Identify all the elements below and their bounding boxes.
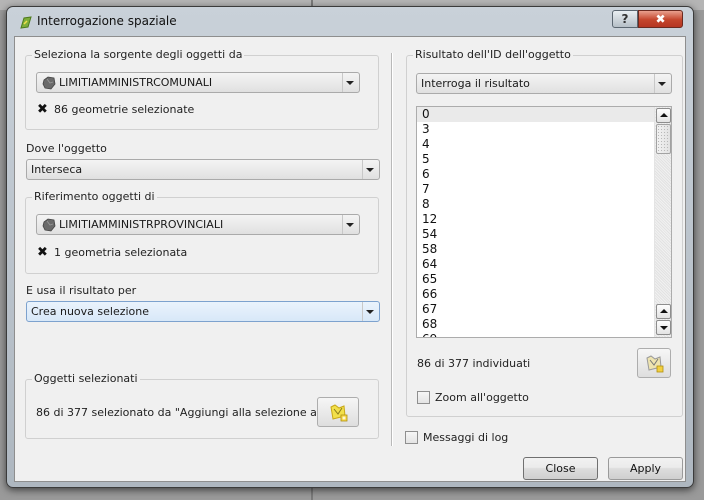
result-id-item[interactable]: 54 xyxy=(417,227,671,242)
result-id-item[interactable]: 8 xyxy=(417,197,671,212)
result-id-item[interactable]: 12 xyxy=(417,212,671,227)
arrow-up-icon xyxy=(660,113,668,117)
result-id-item[interactable]: 67 xyxy=(417,302,671,317)
scroll-down-button[interactable] xyxy=(656,320,671,335)
reference-group: Riferimento oggetti di LIMITIAMMINISTRPR… xyxy=(25,190,379,274)
source-group-title: Seleziona la sorgente degli oggetti da xyxy=(32,48,245,61)
scroll-thumb[interactable] xyxy=(656,124,671,154)
help-button[interactable]: ? xyxy=(612,10,638,28)
result-id-item[interactable]: 64 xyxy=(417,257,671,272)
where-operation-dropdown[interactable] xyxy=(362,160,379,179)
result-id-item[interactable]: 65 xyxy=(417,272,671,287)
apply-button[interactable]: Apply xyxy=(608,457,683,480)
window-title: Interrogazione spaziale xyxy=(37,14,177,28)
result-id-item[interactable]: 66 xyxy=(417,287,671,302)
reference-selected-only-label: 1 geometria selezionata xyxy=(54,246,188,259)
zoom-to-selected-button[interactable] xyxy=(637,348,671,378)
where-operation-combo[interactable]: Interseca xyxy=(26,159,380,180)
result-mode-dropdown[interactable] xyxy=(654,74,671,93)
reference-layer-value: LIMITIAMMINISTRPROVINCIALI xyxy=(59,218,224,231)
zoom-to-object-checkbox[interactable] xyxy=(417,391,430,404)
use-result-dropdown[interactable] xyxy=(362,302,379,321)
close-button[interactable]: Close xyxy=(523,457,598,480)
scroll-up-button[interactable] xyxy=(656,108,671,123)
result-id-item[interactable]: 7 xyxy=(417,182,671,197)
result-id-item[interactable]: 58 xyxy=(417,242,671,257)
chevron-down-icon xyxy=(346,81,354,85)
selection-action-button[interactable] xyxy=(317,397,359,427)
chevron-down-icon xyxy=(346,223,354,227)
dialog-window: Interrogazione spaziale ? ✖ Seleziona la… xyxy=(6,6,694,488)
result-id-item[interactable]: 4 xyxy=(417,137,671,152)
where-label: Dove l'oggetto xyxy=(26,142,107,155)
log-messages-label: Messaggi di log xyxy=(423,431,509,444)
result-id-item[interactable]: 68 xyxy=(417,317,671,332)
use-result-combo[interactable]: Crea nuova selezione xyxy=(26,301,380,322)
result-list-scrollbar[interactable] xyxy=(654,107,671,337)
where-operation-value: Interseca xyxy=(31,163,83,176)
chevron-down-icon xyxy=(366,310,374,314)
result-mode-value: Interroga il risultato xyxy=(421,77,530,90)
result-mode-combo[interactable]: Interroga il risultato xyxy=(416,73,672,94)
qgis-app-icon xyxy=(20,16,32,29)
result-id-item[interactable]: 0 xyxy=(417,107,671,122)
result-id-items: 0345678125458646566676869 xyxy=(417,107,671,337)
result-id-item[interactable]: 5 xyxy=(417,152,671,167)
log-messages-checkbox[interactable] xyxy=(405,431,418,444)
panel-divider xyxy=(391,53,392,446)
zoom-selection-icon xyxy=(646,355,664,373)
use-result-value: Crea nuova selezione xyxy=(31,305,150,318)
use-result-label: E usa il risultato per xyxy=(26,284,137,297)
reference-layer-combo[interactable]: LIMITIAMMINISTRPROVINCIALI xyxy=(36,214,360,235)
result-id-item[interactable]: 6 xyxy=(417,167,671,182)
result-found-text: 86 di 377 individuati xyxy=(417,357,531,370)
result-group-title: Risultato dell'ID dell'oggetto xyxy=(413,48,573,61)
reference-group-title: Riferimento oggetti di xyxy=(32,190,157,203)
reference-layer-dropdown[interactable] xyxy=(342,215,359,234)
source-group: Seleziona la sorgente degli oggetti da L… xyxy=(25,48,379,130)
selected-objects-group: Oggetti selezionati 86 di 377 selezionat… xyxy=(25,372,379,439)
polygon-layer-icon xyxy=(42,218,56,232)
reference-selected-only-checkbox[interactable]: ✖ xyxy=(36,246,49,259)
source-layer-combo[interactable]: LIMITIAMMINISTRCOMUNALI xyxy=(36,72,360,93)
source-layer-value: LIMITIAMMINISTRCOMUNALI xyxy=(59,76,213,89)
result-id-item[interactable]: 69 xyxy=(417,332,671,337)
zoom-to-object-label: Zoom all'oggetto xyxy=(435,391,529,404)
dialog-client-area: Seleziona la sorgente degli oggetti da L… xyxy=(14,36,686,482)
source-selected-only-label: 86 geometrie selezionate xyxy=(54,103,195,116)
scroll-page-up-button[interactable] xyxy=(656,304,671,319)
polygon-layer-icon xyxy=(42,76,56,90)
source-selected-only-checkbox[interactable]: ✖ xyxy=(36,103,49,116)
selected-objects-group-title: Oggetti selezionati xyxy=(32,372,140,385)
add-to-selection-icon xyxy=(330,404,348,422)
selected-objects-text: 86 di 377 selezionato da "Aggiungi alla … xyxy=(36,406,355,419)
arrow-down-icon xyxy=(660,326,668,330)
result-id-list[interactable]: 0345678125458646566676869 xyxy=(416,106,672,338)
result-id-item[interactable]: 3 xyxy=(417,122,671,137)
chevron-down-icon xyxy=(366,168,374,172)
source-layer-dropdown[interactable] xyxy=(342,73,359,92)
chevron-down-icon xyxy=(658,82,666,86)
close-window-button[interactable]: ✖ xyxy=(638,10,683,28)
arrow-up-icon xyxy=(660,309,668,313)
title-bar[interactable]: Interrogazione spaziale ? ✖ xyxy=(7,7,693,37)
